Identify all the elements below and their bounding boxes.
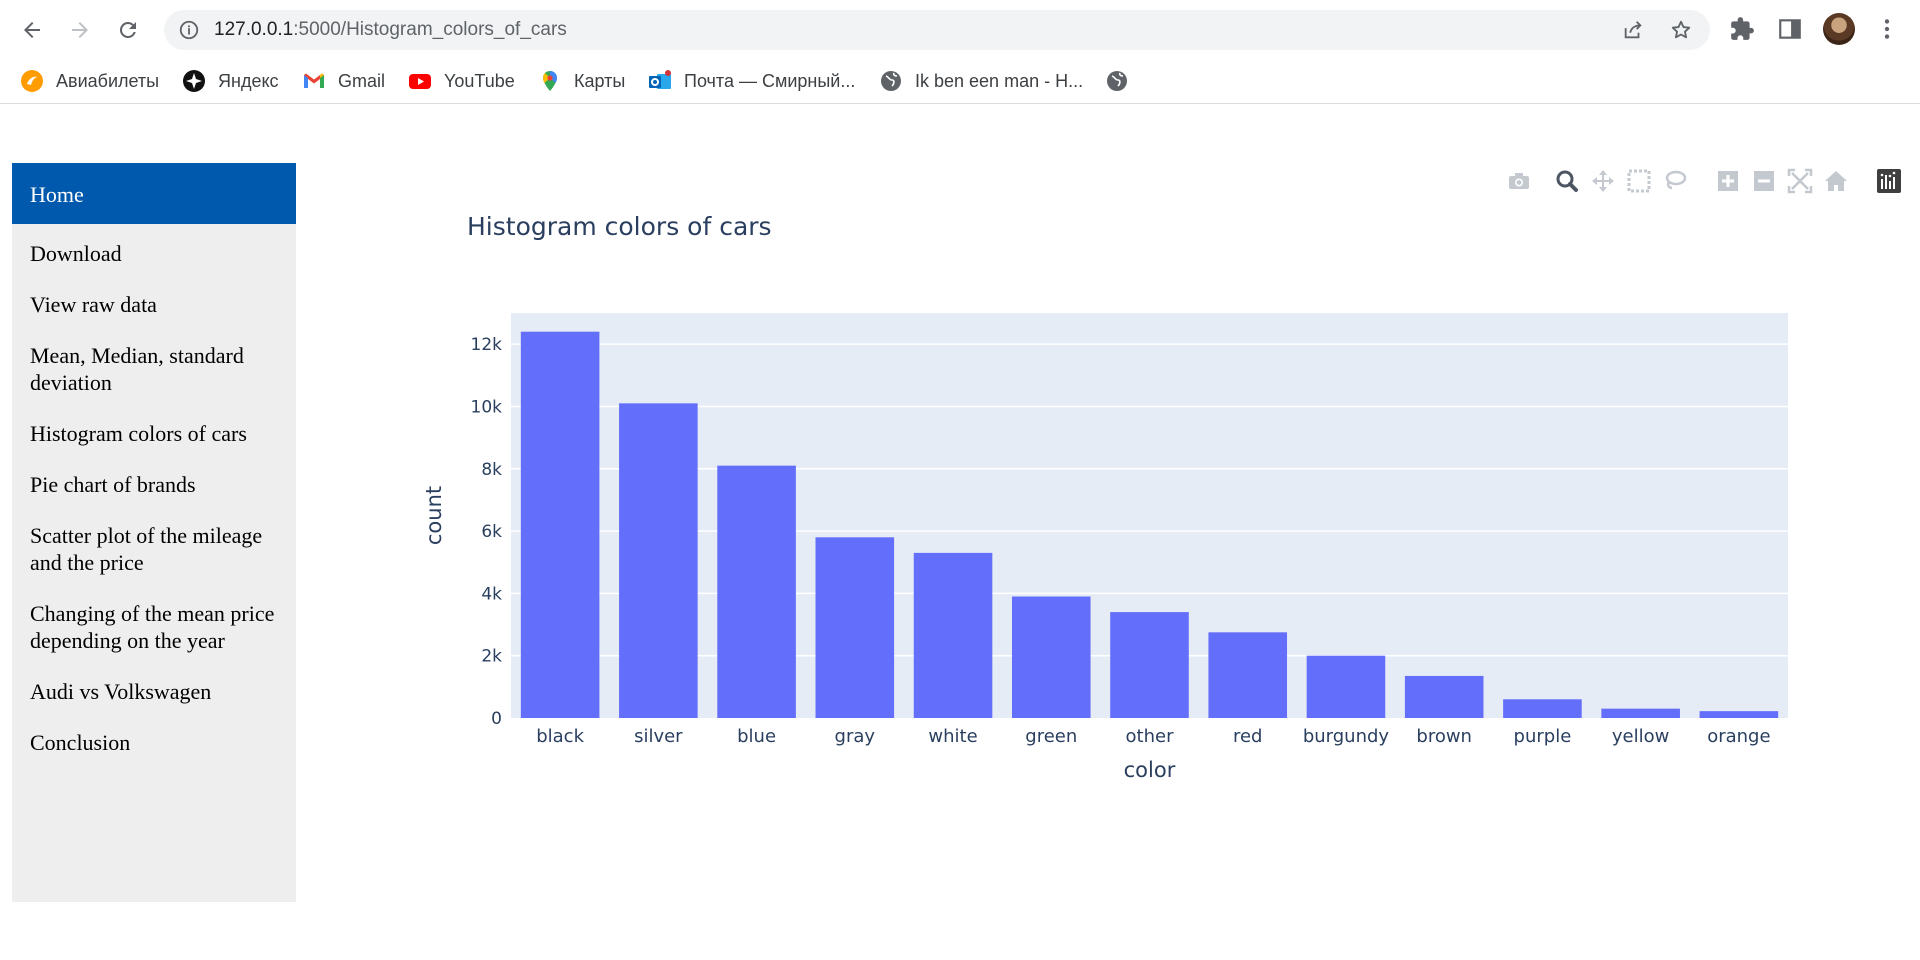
zoom-out-icon[interactable] xyxy=(1750,167,1778,195)
share-icon[interactable] xyxy=(1622,19,1644,41)
x-tick-label: black xyxy=(536,726,584,747)
y-tick-label: 6k xyxy=(481,522,502,542)
x-tick-label: green xyxy=(1025,726,1077,747)
pan-icon[interactable] xyxy=(1589,167,1617,195)
bar-blue[interactable] xyxy=(717,465,796,718)
bar-purple[interactable] xyxy=(1503,699,1582,718)
browser-toolbar: 127.0.0.1:5000/Histogram_colors_of_cars xyxy=(0,0,1920,58)
bookmark-yandex[interactable]: Яндекс xyxy=(182,66,279,96)
yandex-icon xyxy=(182,69,206,93)
bookmark-gmail[interactable]: Gmail xyxy=(302,66,385,96)
x-tick-label: purple xyxy=(1514,726,1572,747)
bar-black[interactable] xyxy=(520,331,600,718)
bar-silver[interactable] xyxy=(619,403,698,718)
x-tick-label: orange xyxy=(1707,726,1770,747)
x-tick-label: brown xyxy=(1416,726,1472,747)
reload-button[interactable] xyxy=(110,12,146,48)
outlook-icon xyxy=(648,69,672,93)
y-axis-ticks: 0 2k 4k 6k 8k 10k 12k xyxy=(471,335,503,729)
more-menu-icon[interactable] xyxy=(1874,16,1900,42)
sidebar-item-audi-vs-volkswagen[interactable]: Audi vs Volkswagen xyxy=(12,672,296,723)
x-tick-label: yellow xyxy=(1612,726,1669,747)
sidebar-item-mean-price[interactable]: Changing of the mean price depending on … xyxy=(12,594,296,672)
bar-green[interactable] xyxy=(1011,596,1091,719)
bookmarks-bar: Авиабилеты Яндекс Gmail YouTube Карты По… xyxy=(0,58,1920,104)
y-tick-label: 10k xyxy=(471,397,503,417)
url-text[interactable]: 127.0.0.1:5000/Histogram_colors_of_cars xyxy=(214,19,567,41)
address-bar[interactable]: 127.0.0.1:5000/Histogram_colors_of_cars xyxy=(164,10,1710,50)
y-tick-label: 2k xyxy=(481,647,502,667)
bar-orange[interactable] xyxy=(1699,711,1779,718)
back-button[interactable] xyxy=(14,12,50,48)
bookmark-maps[interactable]: Карты xyxy=(538,66,625,96)
bookmark-ik-ben-een-man[interactable]: Ik ben een man - H... xyxy=(879,66,1083,96)
x-tick-label: other xyxy=(1126,726,1175,747)
camera-icon[interactable] xyxy=(1505,167,1533,195)
youtube-icon xyxy=(408,69,432,93)
sidebar-item-download[interactable]: Download xyxy=(12,224,296,285)
box-select-icon[interactable] xyxy=(1625,167,1653,195)
bookmark-aviasales[interactable]: Авиабилеты xyxy=(20,66,159,96)
x-tick-label: burgundy xyxy=(1303,726,1390,747)
y-tick-label: 0 xyxy=(491,709,502,729)
gmail-icon xyxy=(302,69,326,93)
reload-icon xyxy=(119,21,136,38)
profile-avatar[interactable] xyxy=(1823,13,1855,45)
globe-icon xyxy=(879,69,903,93)
bar-burgundy[interactable] xyxy=(1306,655,1386,718)
plotly-logo-icon[interactable] xyxy=(1875,167,1903,195)
side-panel-icon[interactable] xyxy=(1777,16,1803,42)
arrow-left-icon xyxy=(24,22,40,38)
zoom-in-icon[interactable] xyxy=(1714,167,1742,195)
x-axis-ticks: black silver blue gray white green other red bur… xyxy=(536,726,1770,747)
x-tick-label: blue xyxy=(737,726,776,747)
sidebar-item-statistics[interactable]: Mean, Median, standard deviation xyxy=(12,336,296,414)
lasso-select-icon[interactable] xyxy=(1661,167,1689,195)
y-axis-label: count xyxy=(422,486,446,545)
reset-axes-icon[interactable] xyxy=(1822,167,1850,195)
bar-white[interactable] xyxy=(913,552,993,718)
globe-icon xyxy=(1105,69,1129,93)
sidebar-item-conclusion[interactable]: Conclusion xyxy=(12,723,296,774)
zoom-icon[interactable] xyxy=(1553,167,1581,195)
bar-red[interactable] xyxy=(1208,632,1288,718)
autoscale-icon[interactable] xyxy=(1786,167,1814,195)
bookmark-star-icon[interactable] xyxy=(1670,19,1692,41)
extensions-icon[interactable] xyxy=(1729,16,1755,42)
site-info-icon[interactable] xyxy=(178,19,200,41)
bookmark-globe[interactable] xyxy=(1105,66,1141,96)
sidebar-item-pie-chart[interactable]: Pie chart of brands xyxy=(12,465,296,516)
x-tick-label: white xyxy=(928,726,977,747)
x-tick-label: gray xyxy=(835,726,876,747)
arrow-right-icon xyxy=(72,22,88,38)
bookmark-youtube[interactable]: YouTube xyxy=(408,66,515,96)
x-tick-label: red xyxy=(1233,726,1263,747)
y-tick-label: 4k xyxy=(481,584,502,604)
y-tick-label: 12k xyxy=(471,335,503,355)
bookmark-outlook[interactable]: Почта — Смирный... xyxy=(648,66,855,96)
x-tick-label: silver xyxy=(634,726,683,747)
sidebar-item-scatter-plot[interactable]: Scatter plot of the mileage and the pric… xyxy=(12,516,296,594)
bar-other[interactable] xyxy=(1110,612,1189,718)
bar-yellow[interactable] xyxy=(1601,708,1680,718)
bar-gray[interactable] xyxy=(815,537,895,718)
sidebar-item-view-raw-data[interactable]: View raw data xyxy=(12,285,296,336)
sidebar-item-histogram[interactable]: Histogram colors of cars xyxy=(12,414,296,465)
aviasales-icon xyxy=(20,69,44,93)
chart-title: Histogram colors of cars xyxy=(467,212,772,241)
sidebar-item-home[interactable]: Home xyxy=(12,163,296,224)
forward-button[interactable] xyxy=(62,12,98,48)
bar-brown[interactable] xyxy=(1404,675,1484,718)
sidebar-nav: Home Download View raw data Mean, Median… xyxy=(12,163,296,902)
google-maps-icon xyxy=(538,69,562,93)
x-axis-label: color xyxy=(1124,758,1176,782)
y-tick-label: 8k xyxy=(481,460,502,480)
